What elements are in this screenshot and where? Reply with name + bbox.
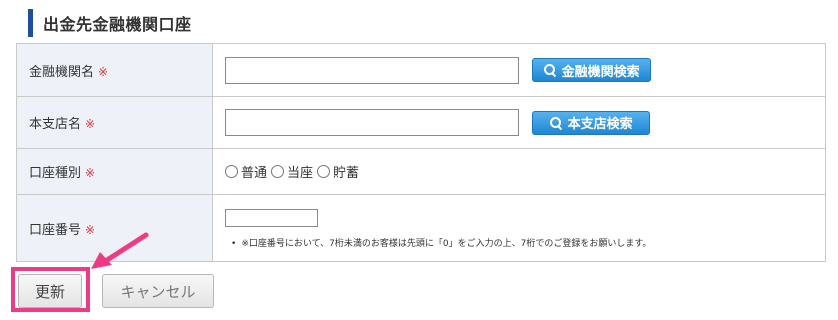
section-header: 出金先金融機関口座	[28, 9, 192, 37]
account-type-radio-group: 普通 当座 貯蓄	[225, 162, 825, 181]
update-button[interactable]: 更新	[18, 274, 82, 308]
account-number-value-cell: • ※口座番号において、7桁未満のお客様は先頭に「0」をご入力の上、7桁でのご登録…	[212, 194, 826, 262]
account-type-row: 口座種別 ※ 普通 当座 貯蓄	[16, 148, 826, 195]
account-type-label-cell: 口座種別 ※	[16, 148, 213, 195]
cancel-button[interactable]: キャンセル	[102, 274, 214, 308]
branch-name-label: 本支店名	[29, 117, 82, 132]
radio-savings[interactable]	[317, 165, 331, 178]
branch-name-input[interactable]	[225, 109, 519, 136]
radio-ordinary-label[interactable]: 普通	[241, 162, 267, 181]
section-accent-bar	[28, 9, 33, 37]
search-icon	[549, 116, 562, 129]
bullet-icon: •	[231, 238, 237, 249]
required-mark: ※	[98, 64, 109, 79]
radio-ordinary[interactable]	[225, 165, 238, 178]
bank-name-row: 金融機関名 ※ 金融機関検索	[16, 43, 826, 97]
bank-name-label-cell: 金融機関名 ※	[16, 43, 213, 97]
account-type-value-cell: 普通 当座 貯蓄	[212, 148, 826, 195]
required-mark: ※	[85, 117, 96, 131]
search-icon	[543, 64, 556, 76]
branch-name-value-cell: 本支店検索	[212, 96, 826, 149]
bank-search-button-label: 金融機関検索	[561, 64, 640, 80]
branch-search-button[interactable]: 本支店検索	[532, 110, 651, 135]
section-title: 出金先金融機関口座	[43, 15, 192, 34]
branch-search-button-label: 本支店検索	[567, 117, 633, 132]
required-mark: ※	[85, 166, 96, 180]
branch-name-row: 本支店名 ※ 本支店検索	[16, 96, 826, 149]
branch-name-label-cell: 本支店名 ※	[16, 96, 213, 149]
bank-account-form: 金融機関名 ※ 金融機関検索 本支店名 ※ 本支店検索 口座種別 ※ 普通 当座…	[16, 43, 826, 262]
bank-name-value-cell: 金融機関検索	[212, 43, 826, 97]
pointer-arrow-icon	[91, 232, 149, 269]
account-number-note: • ※口座番号において、7桁未満のお客様は先頭に「0」をご入力の上、7桁でのご登録…	[225, 236, 825, 249]
bank-name-input[interactable]	[225, 56, 519, 84]
account-number-input[interactable]	[225, 208, 318, 227]
radio-current[interactable]	[271, 165, 285, 178]
account-number-label: 口座番号	[29, 222, 82, 238]
account-number-note-text: ※口座番号において、7桁未満のお客様は先頭に「0」をご入力の上、7桁でのご登録を…	[241, 238, 652, 249]
bank-name-label: 金融機関名	[29, 64, 95, 80]
radio-savings-label[interactable]: 貯蓄	[333, 162, 359, 181]
radio-current-label[interactable]: 当座	[287, 162, 313, 181]
account-type-label: 口座種別	[29, 166, 82, 181]
bank-search-button[interactable]: 金融機関検索	[532, 58, 652, 82]
